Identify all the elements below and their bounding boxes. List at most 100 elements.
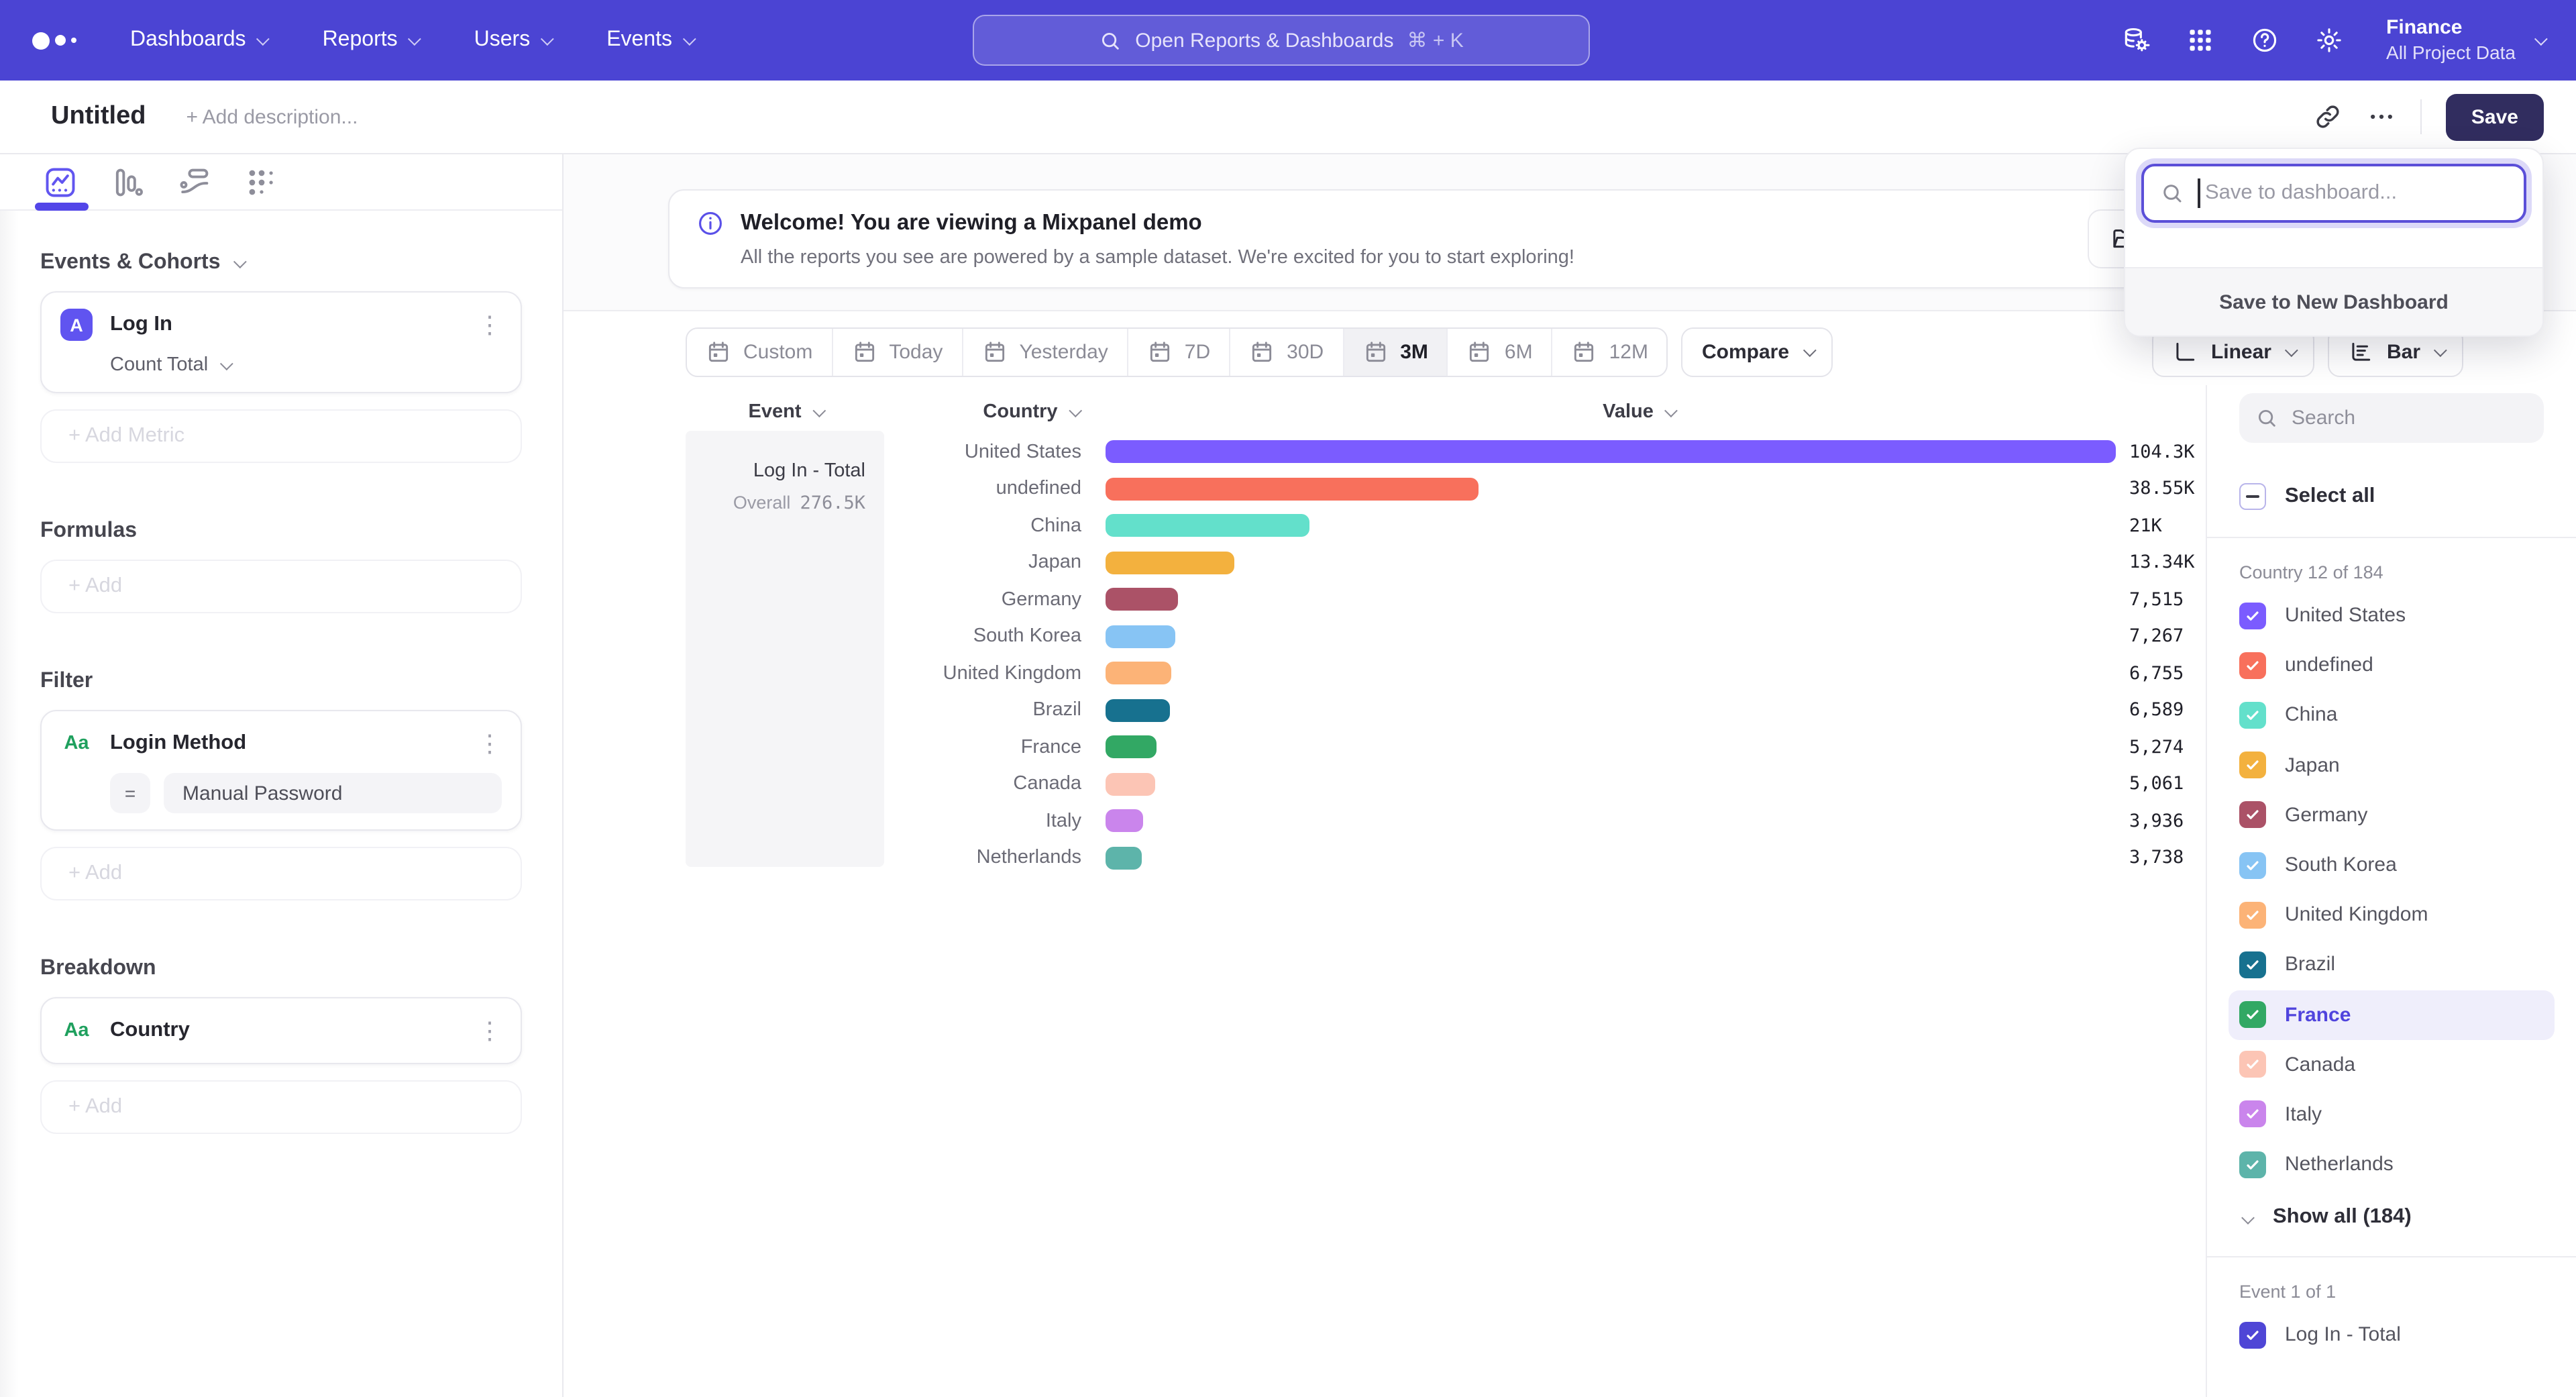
legend-checkbox[interactable] xyxy=(2239,1101,2266,1128)
legend-checkbox[interactable] xyxy=(2239,1051,2266,1078)
save-button[interactable]: Save xyxy=(2446,93,2544,140)
legend-item-canada[interactable]: Canada xyxy=(2229,1039,2555,1089)
help-icon[interactable] xyxy=(2249,25,2279,55)
range-custom[interactable]: Custom xyxy=(687,329,833,376)
legend-checkbox[interactable] xyxy=(2239,702,2266,729)
value-bar[interactable] xyxy=(1106,662,1171,685)
divider xyxy=(2207,537,2576,538)
legend-checkbox[interactable] xyxy=(2239,602,2266,629)
legend-item-united-kingdom[interactable]: United Kingdom xyxy=(2229,890,2555,939)
tab-insights-icon[interactable] xyxy=(43,164,78,199)
events-cohorts-header[interactable]: Events & Cohorts xyxy=(40,251,522,275)
range-6m[interactable]: 6M xyxy=(1448,329,1553,376)
legend-checkbox[interactable] xyxy=(2239,901,2266,928)
range-3m[interactable]: 3M xyxy=(1344,329,1448,376)
country-column-header[interactable]: Country xyxy=(983,401,1077,423)
save-to-dashboard-input[interactable]: Save to dashboard... xyxy=(2141,164,2526,223)
legend-item-italy[interactable]: Italy xyxy=(2229,1090,2555,1139)
select-all-row[interactable]: Select all xyxy=(2239,483,2544,510)
legend-checkbox[interactable] xyxy=(2239,752,2266,778)
legend-item-china[interactable]: China xyxy=(2229,690,2555,740)
compare-button[interactable]: Compare xyxy=(1682,327,1832,377)
breakdown-card[interactable]: Aa Country ⋮ xyxy=(40,997,522,1064)
save-to-new-dashboard-button[interactable]: Save to New Dashboard xyxy=(2125,268,2542,335)
more-options-icon[interactable] xyxy=(2367,102,2396,132)
nav-item-reports[interactable]: Reports xyxy=(323,28,418,52)
filter-operator[interactable]: = xyxy=(110,773,150,813)
value-bar[interactable] xyxy=(1106,515,1309,537)
add-formula-button[interactable]: + Add xyxy=(40,560,522,613)
metric-card[interactable]: A Log In ⋮ Count Total xyxy=(40,291,522,393)
legend-item-france[interactable]: France xyxy=(2229,990,2555,1039)
value-bar[interactable] xyxy=(1106,736,1157,759)
active-tab-indicator xyxy=(35,203,89,211)
nav-item-dashboards[interactable]: Dashboards xyxy=(130,28,266,52)
value-bar[interactable] xyxy=(1106,773,1155,796)
select-all-checkbox[interactable] xyxy=(2239,483,2266,510)
value-bar[interactable] xyxy=(1106,699,1169,722)
apps-grid-icon[interactable] xyxy=(2185,25,2214,55)
legend-checkbox[interactable] xyxy=(2239,652,2266,679)
legend-item-log-in---total[interactable]: Log In - Total xyxy=(2229,1310,2555,1360)
legend-item-united-states[interactable]: United States xyxy=(2229,590,2555,640)
legend-checkbox[interactable] xyxy=(2239,1151,2266,1178)
kebab-menu-icon[interactable]: ⋮ xyxy=(478,1019,502,1043)
add-metric-button[interactable]: + Add Metric xyxy=(40,409,522,463)
tab-flows-icon[interactable] xyxy=(177,164,212,199)
legend-item-germany[interactable]: Germany xyxy=(2229,790,2555,840)
legend-checkbox[interactable] xyxy=(2239,802,2266,829)
report-title[interactable]: Untitled xyxy=(51,102,146,132)
legend-search-input[interactable]: Search xyxy=(2239,393,2544,443)
legend-item-south-korea[interactable]: South Korea xyxy=(2229,840,2555,890)
legend-item-japan[interactable]: Japan xyxy=(2229,740,2555,790)
tab-retention-icon[interactable] xyxy=(244,164,279,199)
legend-checkbox[interactable] xyxy=(2239,951,2266,978)
value-bar[interactable] xyxy=(1106,478,1479,501)
legend-label: Italy xyxy=(2285,1103,2322,1126)
content-area: Welcome! You are viewing a Mixpanel demo… xyxy=(564,154,2576,1397)
legend-item-brazil[interactable]: Brazil xyxy=(2229,940,2555,990)
filter-card[interactable]: Aa Login Method ⋮ = Manual Password xyxy=(40,710,522,831)
add-breakdown-button[interactable]: + Add xyxy=(40,1080,522,1134)
kebab-menu-icon[interactable]: ⋮ xyxy=(478,731,502,756)
nav-item-users[interactable]: Users xyxy=(474,28,551,52)
legend-checkbox[interactable] xyxy=(2239,851,2266,878)
settings-gear-icon[interactable] xyxy=(2314,25,2343,55)
legend-checkbox[interactable] xyxy=(2239,1322,2266,1349)
value-bar[interactable] xyxy=(1106,847,1142,870)
legend-item-netherlands[interactable]: Netherlands xyxy=(2229,1139,2555,1189)
add-filter-button[interactable]: + Add xyxy=(40,847,522,900)
kebab-menu-icon[interactable]: ⋮ xyxy=(478,313,502,337)
project-switcher[interactable]: Finance All Project Data xyxy=(2386,16,2544,65)
filter-property[interactable]: Login Method xyxy=(110,731,246,756)
metric-name[interactable]: Log In xyxy=(110,313,172,337)
mixpanel-logo-icon[interactable] xyxy=(32,32,76,49)
show-all-row[interactable]: Show all (184) xyxy=(2239,1206,2544,1230)
copy-link-icon[interactable] xyxy=(2313,102,2343,132)
value-bar[interactable] xyxy=(1106,588,1179,611)
calendar-icon xyxy=(1572,340,1597,365)
metric-aggregation[interactable]: Count Total xyxy=(110,354,502,376)
value-bar[interactable] xyxy=(1106,810,1144,833)
range-today[interactable]: Today xyxy=(833,329,963,376)
range-30d[interactable]: 30D xyxy=(1230,329,1344,376)
legend-checkbox[interactable] xyxy=(2239,1001,2266,1028)
tab-funnels-icon[interactable] xyxy=(110,164,145,199)
value-bar[interactable] xyxy=(1106,552,1235,574)
range-yesterday[interactable]: Yesterday xyxy=(963,329,1128,376)
global-search-button[interactable]: Open Reports & Dashboards ⌘ + K xyxy=(973,15,1590,66)
chart-bar-row: United Kingdom 6,755 xyxy=(564,655,2206,692)
value-column-header[interactable]: Value xyxy=(1603,401,1674,423)
nav-item-events[interactable]: Events xyxy=(606,28,692,52)
value-bar[interactable] xyxy=(1106,441,2116,464)
range-12m[interactable]: 12M xyxy=(1553,329,1667,376)
range-7d[interactable]: 7D xyxy=(1128,329,1230,376)
add-description[interactable]: + Add description... xyxy=(186,105,358,128)
value-bar[interactable] xyxy=(1106,625,1176,648)
legend-item-undefined[interactable]: undefined xyxy=(2229,640,2555,690)
data-management-icon[interactable] xyxy=(2121,25,2150,55)
divider xyxy=(2207,1257,2576,1258)
event-column-header[interactable]: Event xyxy=(749,401,822,423)
filter-value[interactable]: Manual Password xyxy=(164,773,502,813)
breakdown-property[interactable]: Country xyxy=(110,1019,190,1043)
